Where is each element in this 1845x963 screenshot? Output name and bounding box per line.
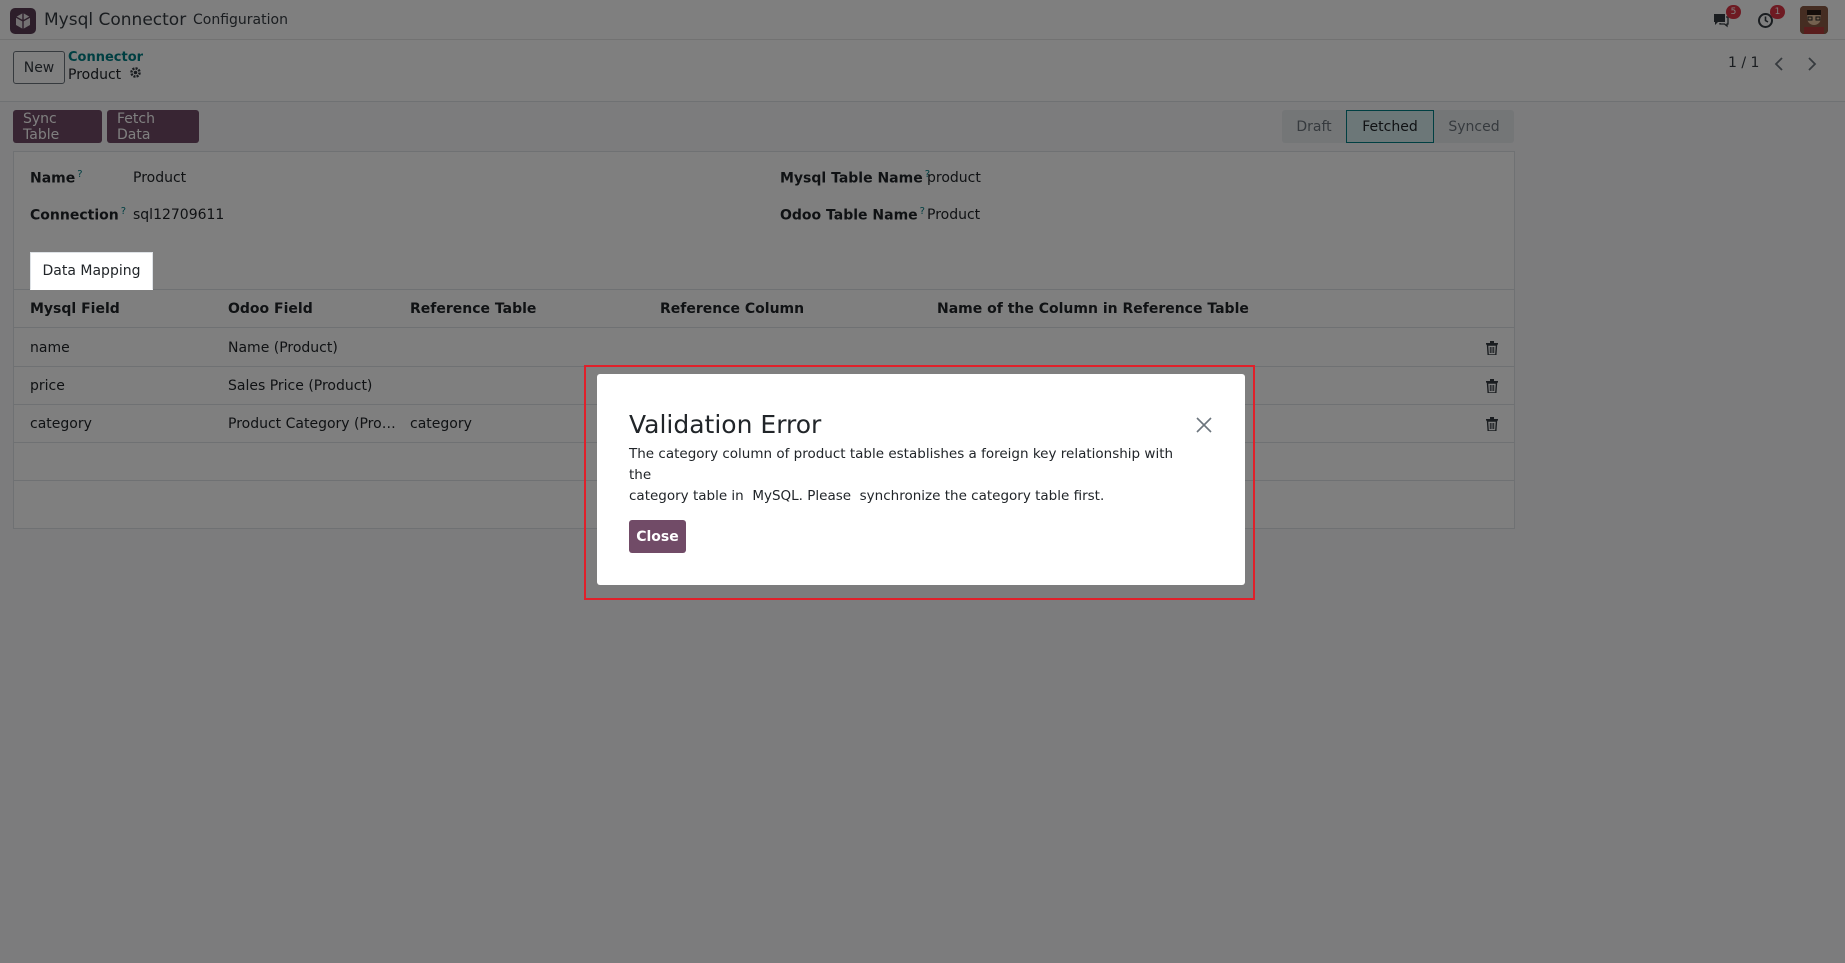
- validation-error-dialog: Validation Error The category column of …: [597, 374, 1245, 585]
- dialog-message: The category column of product table est…: [629, 446, 1174, 504]
- dialog-title: Validation Error: [629, 410, 822, 439]
- close-icon[interactable]: [1195, 416, 1213, 434]
- close-button[interactable]: Close: [629, 520, 686, 553]
- tab-data-mapping[interactable]: Data Mapping: [30, 252, 153, 290]
